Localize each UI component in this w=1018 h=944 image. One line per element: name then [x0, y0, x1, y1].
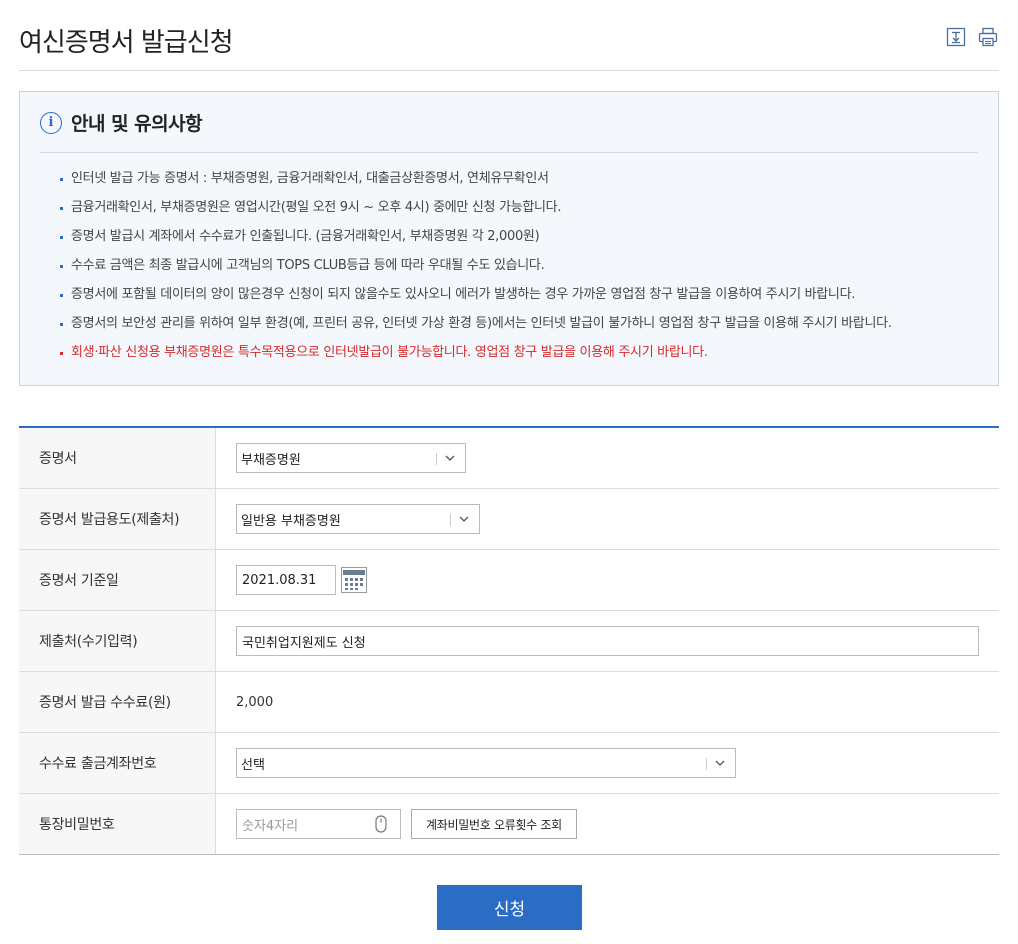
account-selected-value: 선택: [241, 757, 265, 773]
certificate-label: 증명서: [19, 428, 216, 488]
top-toolbar: [946, 27, 998, 47]
recipient-input[interactable]: 국민취업지원제도 신청: [236, 626, 979, 656]
base-date-label: 증명서 기준일: [19, 550, 216, 610]
select-separator: [706, 758, 707, 770]
base-date-input[interactable]: 2021.08.31: [236, 565, 336, 595]
form-row-certificate: 증명서 부채증명원: [19, 428, 999, 489]
password-field-wrap: 숫자4자리: [236, 809, 401, 839]
print-icon[interactable]: [978, 27, 998, 47]
chevron-down-icon: [459, 516, 469, 522]
notice-item: 증명서의 보안성 관리를 위하여 일부 환경(예, 프린터 공유, 인터넷 가상…: [60, 315, 892, 344]
chevron-down-icon: [445, 455, 455, 461]
mouse-icon[interactable]: [375, 815, 387, 833]
calendar-icon[interactable]: [341, 567, 367, 593]
info-icon: i: [40, 111, 62, 134]
notice-list: 인터넷 발급 가능 증명서 : 부채증명원, 금융거래확인서, 대출금상환증명서…: [60, 170, 892, 373]
fee-label: 증명서 발급 수수료(원): [19, 672, 216, 732]
form-row-recipient: 제출처(수기입력) 국민취업지원제도 신청: [19, 611, 999, 672]
notice-divider: [40, 152, 978, 153]
fee-value: 2,000: [236, 694, 274, 710]
notice-item: 수수료 금액은 최종 발급시에 고객님의 TOPS CLUB등급 등에 따라 우…: [60, 257, 892, 286]
certificate-select[interactable]: 부채증명원: [236, 443, 466, 473]
form-row-account: 수수료 출금계좌번호 선택: [19, 733, 999, 794]
password-error-count-button[interactable]: 계좌비밀번호 오류횟수 조회: [411, 809, 577, 839]
account-label: 수수료 출금계좌번호: [19, 733, 216, 793]
form-row-purpose: 증명서 발급용도(제출처) 일반용 부채증명원: [19, 489, 999, 550]
form-row-password: 통장비밀번호 숫자4자리 계좌비밀번호 오류횟수 조회: [19, 794, 999, 855]
certificate-form: 증명서 부채증명원 증명서 발급용도(제출처) 일반용 부채증명원 증명서 기준…: [19, 426, 999, 855]
certificate-selected-value: 부채증명원: [241, 452, 301, 468]
notice-item: 인터넷 발급 가능 증명서 : 부채증명원, 금융거래확인서, 대출금상환증명서…: [60, 170, 892, 199]
recipient-label: 제출처(수기입력): [19, 611, 216, 671]
notice-item: 금융거래확인서, 부채증명원은 영업시간(평일 오전 9시 ~ 오후 4시) 중…: [60, 199, 892, 228]
notice-header: i 안내 및 유의사항: [40, 109, 203, 136]
purpose-select[interactable]: 일반용 부채증명원: [236, 504, 480, 534]
notice-warning: 회생·파산 신청용 부채증명원은 특수목적용으로 인터넷발급이 불가능합니다. …: [60, 344, 892, 373]
download-icon[interactable]: [946, 27, 966, 47]
purpose-selected-value: 일반용 부채증명원: [241, 513, 341, 529]
form-row-base-date: 증명서 기준일 2021.08.31: [19, 550, 999, 611]
password-label: 통장비밀번호: [19, 794, 216, 854]
notice-item: 증명서에 포함될 데이터의 양이 많은경우 신청이 되지 않을수도 있사오니 에…: [60, 286, 892, 315]
chevron-down-icon: [715, 760, 725, 766]
notice-item: 증명서 발급시 계좌에서 수수료가 인출됩니다. (금융거래확인서, 부채증명원…: [60, 228, 892, 257]
title-divider: [19, 70, 999, 71]
select-separator: [436, 453, 437, 465]
notice-title: 안내 및 유의사항: [71, 113, 203, 135]
purpose-label: 증명서 발급용도(제출처): [19, 489, 216, 549]
account-select[interactable]: 선택: [236, 748, 736, 778]
select-separator: [450, 514, 451, 526]
form-row-fee: 증명서 발급 수수료(원) 2,000: [19, 672, 999, 733]
notice-box: i 안내 및 유의사항 인터넷 발급 가능 증명서 : 부채증명원, 금융거래확…: [19, 91, 999, 386]
submit-button[interactable]: 신청: [437, 885, 582, 930]
page-title: 여신증명서 발급신청: [19, 28, 234, 58]
